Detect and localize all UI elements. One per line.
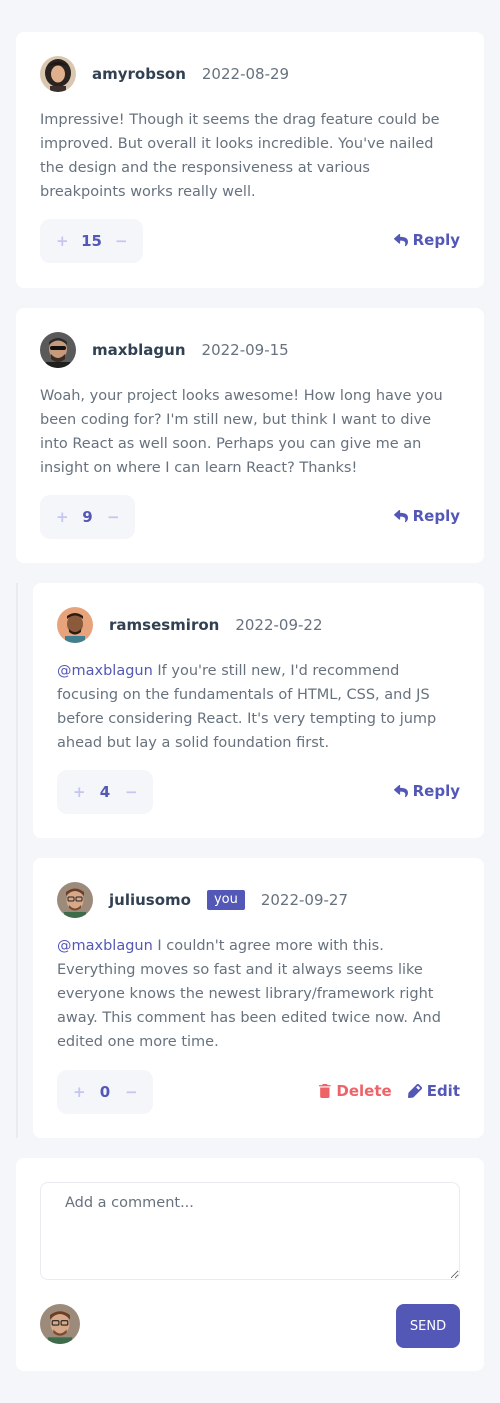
comment-header: juliusomo you 2022-09-27 [57,882,348,918]
username: amyrobson [92,65,186,83]
downvote-button[interactable]: − [107,508,120,526]
mention-link[interactable]: @maxblagun [57,663,153,679]
mention-link[interactable]: @maxblagun [57,938,153,954]
comment-header: maxblagun 2022-09-15 [40,332,289,368]
comment-date: 2022-08-29 [201,65,290,83]
reply-card: juliusomo you 2022-09-27 @maxblagun I co… [33,858,484,1138]
comment-card: maxblagun 2022-09-15 Woah, your project … [16,308,484,563]
downvote-button[interactable]: − [115,232,128,250]
comment-actions: Reply [393,231,460,249]
send-button[interactable]: SEND [396,1304,460,1348]
comment-date: 2022-09-27 [260,891,349,909]
username: juliusomo [109,891,191,909]
comment-header: amyrobson 2022-08-29 [40,56,289,92]
vote-counter: + 4 − [57,770,153,814]
vote-counter: + 0 − [57,1070,153,1114]
comment-text: @maxblagun If you're still new, I'd reco… [57,659,460,755]
comment-date: 2022-09-15 [201,341,289,359]
vote-counter: + 9 − [40,495,135,539]
upvote-button[interactable]: + [56,508,69,526]
delete-label: Delete [336,1082,392,1100]
current-user-avatar [40,1304,80,1344]
vote-counter: + 15 − [40,219,143,263]
reply-icon [393,784,408,797]
reply-card: ramsesmiron 2022-09-22 @maxblagun If you… [33,583,484,838]
upvote-button[interactable]: + [73,1083,86,1101]
reply-label: Reply [412,231,460,249]
username: ramsesmiron [109,616,220,634]
comment-text: @maxblagun I couldn't agree more with th… [57,934,460,1054]
comment-actions: Reply [393,507,460,525]
comment-text: Woah, your project looks awesome! How lo… [40,388,443,476]
avatar [40,332,76,368]
comment-input[interactable] [40,1182,460,1280]
reply-label: Reply [412,782,460,800]
score-value: 0 [99,1083,111,1101]
reply-body: I couldn't agree more with this. Everyth… [57,938,441,1050]
delete-button[interactable]: Delete [319,1082,392,1100]
reply-label: Reply [412,507,460,525]
comment-actions: Delete Edit [319,1082,460,1100]
reply-button[interactable]: Reply [393,782,460,800]
new-comment-card: SEND [16,1158,484,1371]
score-value: 4 [99,783,111,801]
edit-button[interactable]: Edit [407,1082,460,1100]
comment-date: 2022-09-22 [235,616,323,634]
upvote-button[interactable]: + [73,783,86,801]
username: maxblagun [92,341,186,359]
reply-icon [393,233,408,246]
upvote-button[interactable]: + [56,232,69,250]
downvote-button[interactable]: − [125,783,138,801]
avatar [57,607,93,643]
delete-icon [319,1084,332,1098]
avatar [40,56,76,92]
edit-label: Edit [426,1082,460,1100]
you-badge: you [206,890,245,910]
reply-button[interactable]: Reply [393,231,460,249]
comment-card: amyrobson 2022-08-29 Impressive! Though … [16,32,484,288]
downvote-button[interactable]: − [125,1083,138,1101]
score-value: 9 [82,508,93,526]
comment-text: Impressive! Though it seems the drag fea… [40,112,440,200]
reply-button[interactable]: Reply [393,507,460,525]
comment-actions: Reply [393,782,460,800]
edit-icon [407,1084,422,1098]
reply-thread-line [16,583,18,1138]
avatar [57,882,93,918]
comment-header: ramsesmiron 2022-09-22 [57,607,323,643]
score-value: 15 [81,232,102,250]
reply-icon [393,509,408,522]
